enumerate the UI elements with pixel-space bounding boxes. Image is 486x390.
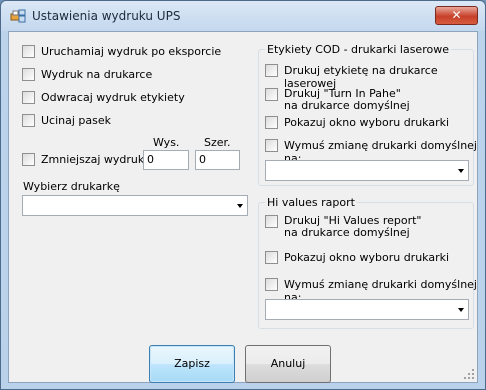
printer-print-option[interactable]: Wydruk na drukarce xyxy=(22,68,152,81)
choose-printer-label: Wybierz drukarkę xyxy=(23,180,120,193)
hv-show-dialog-option[interactable]: Pokazuj okno wyboru drukarki xyxy=(265,251,449,264)
cut-strip-checkbox[interactable] xyxy=(22,114,35,127)
hv-printer-select[interactable] xyxy=(265,299,469,320)
printer-select[interactable] xyxy=(22,195,248,216)
cut-strip-option[interactable]: Ucinaj pasek xyxy=(22,114,111,127)
cod-show-dialog-option[interactable]: Pokazuj okno wyboru drukarki xyxy=(265,116,449,129)
hv-print-checkbox[interactable] xyxy=(265,215,278,228)
height-input[interactable]: 0 xyxy=(143,150,189,170)
export-print-checkbox[interactable] xyxy=(22,45,35,58)
cod-force-change-checkbox[interactable] xyxy=(265,139,278,152)
printer-print-label: Wydruk na drukarce xyxy=(41,68,153,81)
cod-group-legend: Etykiety COD - drukarki laserowe xyxy=(265,43,451,56)
close-icon: ✕ xyxy=(451,8,462,22)
hv-show-dialog-label: Pokazuj okno wyboru drukarki xyxy=(284,251,450,264)
cod-turn-in-checkbox[interactable] xyxy=(265,88,278,101)
close-button[interactable]: ✕ xyxy=(435,6,478,25)
reverse-labels-label: Odwracaj wydruk etykiety xyxy=(41,91,185,104)
chevron-down-icon xyxy=(237,204,243,208)
width-input[interactable]: 0 xyxy=(195,150,240,170)
hv-print-option[interactable]: Drukuj "Hi Values report" na drukarce do… xyxy=(265,215,422,239)
cod-printer-select[interactable] xyxy=(265,160,469,181)
shrink-print-option[interactable]: Zmniejszaj wydruk xyxy=(22,153,144,166)
chevron-down-icon xyxy=(458,308,464,312)
cut-strip-label: Ucinaj pasek xyxy=(41,114,112,127)
hv-show-dialog-checkbox[interactable] xyxy=(265,251,278,264)
hv-force-change-checkbox[interactable] xyxy=(265,278,278,291)
shrink-print-label: Zmniejszaj wydruk xyxy=(41,153,145,166)
dialog-content: Uruchamiaj wydruk po eksporcie Wydruk na… xyxy=(8,31,478,383)
hv-print-label: Drukuj "Hi Values report" na drukarce do… xyxy=(284,214,422,239)
printer-settings-icon xyxy=(10,9,26,23)
reverse-labels-option[interactable]: Odwracaj wydruk etykiety xyxy=(22,91,185,104)
save-button[interactable]: Zapisz xyxy=(149,345,235,383)
title-bar[interactable]: Ustawienia wydruku UPS ✕ xyxy=(1,1,485,31)
printer-print-checkbox[interactable] xyxy=(22,68,35,81)
export-print-label: Uruchamiaj wydruk po eksporcie xyxy=(41,45,222,58)
hv-group-legend: Hi values raport xyxy=(265,196,357,209)
resize-grip-icon[interactable] xyxy=(463,368,475,380)
cancel-button[interactable]: Anuluj xyxy=(245,345,331,383)
shrink-print-checkbox[interactable] xyxy=(22,153,35,166)
export-print-option[interactable]: Uruchamiaj wydruk po eksporcie xyxy=(22,45,221,58)
window-title: Ustawienia wydruku UPS xyxy=(32,9,181,23)
cod-show-dialog-label: Pokazuj okno wyboru drukarki xyxy=(284,116,450,129)
cod-print-laser-checkbox[interactable] xyxy=(265,64,278,77)
reverse-labels-checkbox[interactable] xyxy=(22,91,35,104)
chevron-down-icon xyxy=(458,169,464,173)
cod-show-dialog-checkbox[interactable] xyxy=(265,116,278,129)
width-label: Szer. xyxy=(204,136,231,149)
cod-turn-in-option[interactable]: Drukuj "Turn In Pahe" na drukarce domyśl… xyxy=(265,88,410,112)
cod-turn-in-label: Drukuj "Turn In Pahe" na drukarce domyśl… xyxy=(284,87,410,112)
height-label: Wys. xyxy=(153,136,180,149)
dialog-window: Ustawienia wydruku UPS ✕ Uruchamiaj wydr… xyxy=(0,0,486,390)
